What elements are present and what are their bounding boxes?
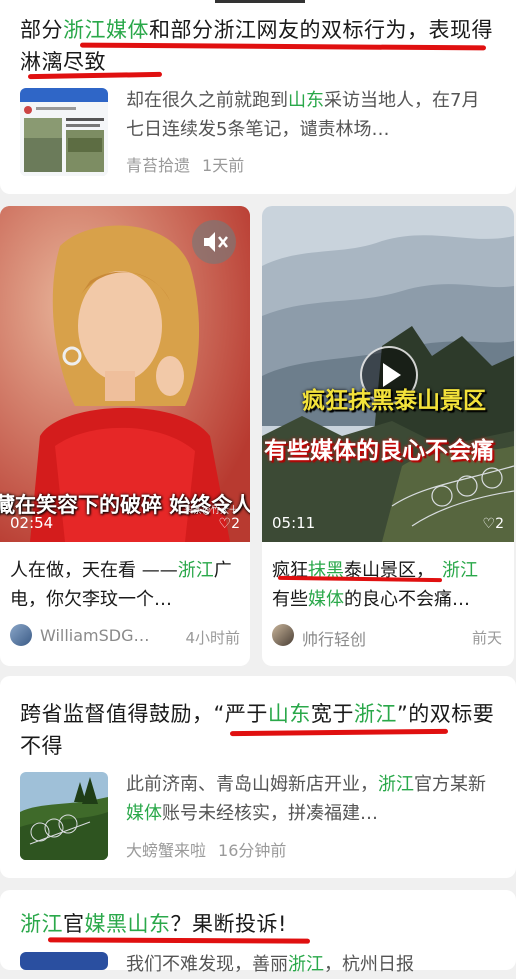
article-meta: 大螃蟹来啦 16分钟前 [126,837,286,861]
video-overlay-title: 疯狂抹黑泰山景区 [302,388,486,414]
article-card-2[interactable]: 跨省监督值得鼓励，“严于山东宽于浙江”的双标要不得 此前济南、青岛山姆新店开业，… [0,676,516,878]
like-count: ♡2 [218,516,240,532]
heart-icon: ♡ [218,516,232,532]
article-summary: 我们不难发现，善丽浙江，杭州日报 [126,954,414,975]
article-meta: 青苔拾遗 1天前 [126,152,244,176]
author-name: 大螃蟹来啦 [126,841,207,860]
red-underline [27,71,163,80]
like-count: ♡2 [482,516,504,532]
author-name: 青苔拾遗 [126,156,191,175]
article-card-1[interactable]: 部分浙江媒体和部分浙江网友的双标行为，表现得淋漓尽致 却在很久之前就跑到山东采访… [0,0,516,194]
heart-icon: ♡ [482,516,496,532]
article-thumbnail[interactable] [20,88,108,176]
video-watermark: 头条@竹大十 [183,506,238,516]
video-thumbnail[interactable]: 藏在笑容下的破碎 始终令人惹 头条@竹大十 02:54 ♡2 [0,206,250,542]
article-title[interactable]: 浙江官媒黑山东？果断投诉! [20,908,496,940]
video-overlay-subtitle: 有些媒体的良心不会痛 [264,438,494,464]
avatar[interactable] [10,624,32,646]
video-duration: 05:11 [272,514,316,532]
author-name[interactable]: 帅行轻创 [302,626,366,650]
post-time: 4小时前 [185,629,240,647]
article-card-3[interactable]: 浙江官媒黑山东？果断投诉! 我们不难发现，善丽浙江，杭州日报 [0,890,516,975]
article-thumbnail[interactable] [20,952,108,970]
video-duration: 02:54 [10,514,54,532]
video-card-2[interactable]: 疯狂抹黑泰山景区 有些媒体的良心不会痛 05:11 ♡2 疯狂抹黑泰山景区， 浙江… [262,206,514,666]
video-caption[interactable]: 人在做，天在看 ——浙江广电，你欠李玟一个… [10,556,240,614]
video-caption[interactable]: 疯狂抹黑泰山景区， 浙江 有些媒体的良心不会痛… [272,556,504,614]
post-time: 1天前 [202,156,245,175]
video-thumbnail[interactable]: 疯狂抹黑泰山景区 有些媒体的良心不会痛 05:11 ♡2 [262,206,514,542]
top-indicator [215,0,305,3]
post-time: 16分钟前 [218,841,287,860]
article-thumbnail[interactable] [20,772,108,860]
article-summary: 此前济南、青岛山姆新店开业，浙江官方某新媒体账号未经核实，拼凑福建… [126,774,486,824]
author-name[interactable]: WilliamSDG… [40,626,150,645]
mute-icon[interactable] [192,220,236,264]
avatar[interactable] [272,624,294,646]
red-underline [47,937,311,944]
post-time: 前天 [471,629,502,647]
article-summary: 却在很久之前就跑到山东采访当地人，在7月七日连续发5条笔记，谴责林场… [126,90,480,140]
video-card-1[interactable]: 藏在笑容下的破碎 始终令人惹 头条@竹大十 02:54 ♡2 人在做，天在看 —… [0,206,250,666]
